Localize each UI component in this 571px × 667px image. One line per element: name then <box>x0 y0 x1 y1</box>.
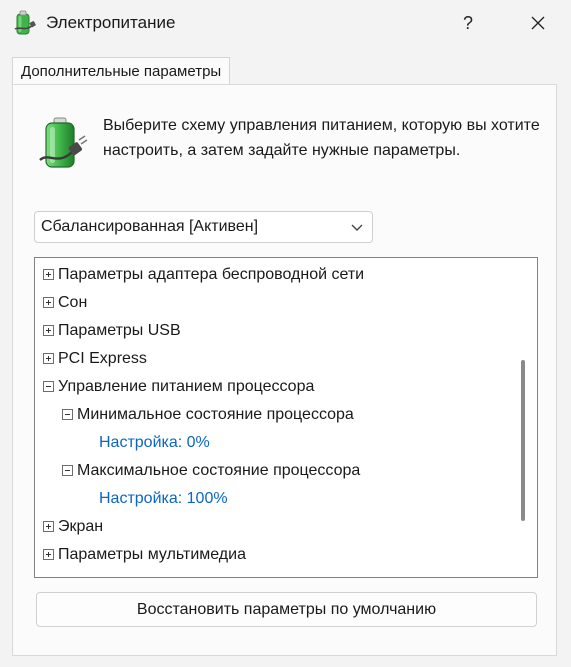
tree-item[interactable]: Параметры адаптера беспроводной сети <box>43 261 364 289</box>
tree-item[interactable]: Сон <box>43 289 87 317</box>
chevron-down-icon <box>351 224 363 231</box>
instructions-text: Выберите схему управления питанием, кото… <box>103 117 540 159</box>
expand-plus-icon[interactable] <box>43 269 54 280</box>
expand-plus-icon[interactable] <box>43 521 54 532</box>
expand-plus-icon[interactable] <box>43 297 54 308</box>
tree-item-label: Сон <box>58 294 88 311</box>
tree-item[interactable]: Параметры USB <box>43 317 181 345</box>
tree-setting-value[interactable]: Настройка: 100% <box>99 485 228 513</box>
tree-item-label: Максимальное состояние процессора <box>77 462 361 479</box>
tree-item[interactable]: PCI Express <box>43 345 147 373</box>
tree-item-label: Экран <box>58 518 104 535</box>
close-button[interactable] <box>520 6 556 40</box>
expand-plus-icon[interactable] <box>43 353 54 364</box>
tree-item[interactable]: Минимальное состояние процессора <box>62 401 354 429</box>
power-scheme-select[interactable]: Сбалансированная [Активен] <box>34 211 373 243</box>
battery-plug-icon <box>39 117 88 168</box>
tree-setting-value[interactable]: Настройка: 0% <box>99 429 210 457</box>
help-button[interactable]: ? <box>450 6 486 40</box>
close-icon <box>531 16 545 30</box>
tree-item[interactable]: Параметры мультимедиа <box>43 541 246 569</box>
window-title: Электропитание <box>46 13 176 32</box>
tree-item[interactable]: Максимальное состояние процессора <box>62 457 360 485</box>
power-options-window: Электропитание ? Дополнительные параметр… <box>0 0 571 667</box>
tree-scrollbar-thumb[interactable] <box>521 360 525 521</box>
tree-item-label: Минимальное состояние процессора <box>77 406 354 423</box>
tree-item-label: Параметры адаптера беспроводной сети <box>58 266 365 283</box>
power-scheme-value: Сбалансированная [Активен] <box>41 218 259 235</box>
power-options-app-icon <box>14 10 36 35</box>
expand-plus-icon[interactable] <box>43 549 54 560</box>
restore-defaults-button[interactable]: Восстановить параметры по умолчанию <box>36 592 537 627</box>
title-bar: Электропитание ? <box>0 0 571 46</box>
collapse-minus-icon[interactable] <box>62 409 73 420</box>
collapse-minus-icon[interactable] <box>43 381 54 392</box>
collapse-minus-icon[interactable] <box>62 465 73 476</box>
tree-item-label: Настройка: 100% <box>99 490 228 507</box>
settings-tree[interactable]: Параметры адаптера беспроводной сети Сон П… <box>34 257 538 578</box>
tree-item-label: Управление питанием процессора <box>58 378 315 395</box>
tree-item[interactable]: Экран <box>43 513 103 541</box>
expand-plus-icon[interactable] <box>43 325 54 336</box>
tree-item-label: Настройка: 0% <box>99 434 210 451</box>
tree-item-label: Параметры USB <box>58 322 181 339</box>
tree-item-label: PCI Express <box>58 350 147 367</box>
tab-advanced-settings[interactable]: Дополнительные параметры <box>12 57 231 84</box>
tree-item[interactable]: Управление питанием процессора <box>43 373 314 401</box>
tree-item-label: Параметры мультимедиа <box>58 546 246 563</box>
